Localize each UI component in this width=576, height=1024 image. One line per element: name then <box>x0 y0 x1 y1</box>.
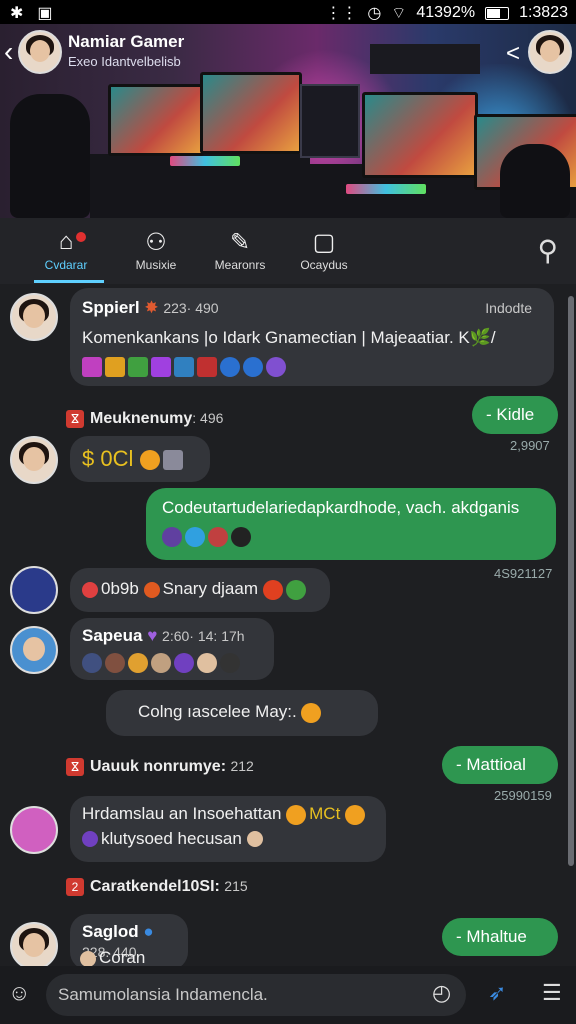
tab-home[interactable]: ⌂ Cvdarar <box>26 228 106 272</box>
system-line-text: Meuknenumy <box>90 410 193 428</box>
emoji-row <box>162 526 540 547</box>
image-icon: ▣ <box>37 5 53 22</box>
system-line-meta: 212 <box>230 758 254 775</box>
message-text: Coran <box>80 948 145 968</box>
message-text: 0b9b <box>101 579 139 598</box>
battery-percent: 41392% <box>416 4 476 21</box>
message-text-2: Snary djaam <box>162 579 258 598</box>
alarm-icon: ◷ <box>367 5 382 22</box>
system-line-meta: : 496 <box>192 410 224 427</box>
message-bubble[interactable]: $ 0Cl <box>70 436 210 482</box>
system-line: 2 Caratkendel10SI: 215 <box>66 878 248 896</box>
sent-message[interactable]: Codeutartudelariedapkardhode, vach. akdg… <box>146 488 556 560</box>
search-icon[interactable]: ⚲ <box>537 234 558 267</box>
message-meta: 223· 490 <box>163 300 219 316</box>
message-text: Colng ıascelee May:. <box>138 702 297 721</box>
sent-message[interactable]: - Mhaltue <box>442 918 558 956</box>
avatar[interactable] <box>10 566 58 614</box>
channel-title: Namiar Gamer <box>68 32 185 51</box>
clock-icon[interactable]: ◴ <box>432 980 451 1006</box>
message-text: Hrdamslau an Insoehattan <box>82 804 282 823</box>
message-tag: Indodte <box>485 300 532 316</box>
message-text: Komenkankans |o Idark Gnamectian | Majea… <box>82 328 496 347</box>
sent-message[interactable]: - Kidle <box>472 396 558 434</box>
tab-home-label: Cvdarar <box>44 258 88 272</box>
tab-people-label: Musixie <box>135 258 177 272</box>
heart-icon: ♥ <box>147 626 158 645</box>
status-bar: ✱ ▣ ⋮⋮ ◷ ⌔ 41392% 1:3823 <box>0 0 576 24</box>
emoji-row <box>82 652 262 673</box>
message-time: 2,9907 <box>510 438 550 453</box>
sent-message[interactable]: - Mattioal <box>442 746 558 784</box>
message-bubble[interactable]: Sapeua ♥ 2:60· 14: 17h <box>70 618 274 680</box>
wifi-icon: ⌔ <box>391 5 407 22</box>
tab-square-label: Ocaydus <box>300 258 348 272</box>
active-tab-indicator <box>34 280 104 283</box>
fire-icon: ✸ <box>144 298 164 317</box>
message-text: Codeutartudelariedapkardhode, vach. akdg… <box>162 498 520 517</box>
system-line: ⴵ Uauuk nonrumye: 212 <box>66 758 254 776</box>
back-button[interactable]: ‹ <box>4 36 13 68</box>
channel-subtitle: Exeo Idantvelbelisb <box>68 54 181 69</box>
message-input[interactable] <box>46 974 466 1016</box>
badge-icon: ⴵ <box>66 758 84 776</box>
profile-avatar[interactable] <box>18 30 62 74</box>
message-bubble[interactable]: Colng ıascelee May:. <box>106 690 378 736</box>
badge-number: 2 <box>66 878 84 896</box>
battery-icon <box>485 6 510 20</box>
message-meta: 2:60· 14: 17h <box>162 628 245 644</box>
system-line: ⴵ Meuknenumy: 496 <box>66 410 223 428</box>
system-line-text: Caratkendel10SI: <box>90 878 220 896</box>
edit-icon: ✎ <box>229 229 251 256</box>
message-author: Sppierl <box>82 298 140 317</box>
badge-icon: ⴵ <box>66 410 84 428</box>
scrollbar[interactable] <box>568 296 574 866</box>
message-time: 25990159 <box>494 788 552 803</box>
avatar[interactable] <box>10 922 58 970</box>
people-icon: ⚇ <box>145 229 167 256</box>
notification-dot <box>74 230 88 244</box>
avatar[interactable] <box>10 626 58 674</box>
tab-people[interactable]: ⚇ Musixie <box>116 228 196 272</box>
menu-icon[interactable]: ☰ <box>542 980 562 1006</box>
rocket-icon[interactable]: ➶ <box>488 980 506 1006</box>
tab-edit[interactable]: ✎ Mearonrs <box>200 228 280 272</box>
verified-icon: ● <box>143 922 154 941</box>
user-avatar[interactable] <box>528 30 572 74</box>
clock: 1:3823 <box>519 4 568 21</box>
message-text-2: klutysoed hecusan <box>101 828 242 848</box>
message-author: Saglod <box>82 922 139 941</box>
avatar[interactable] <box>10 806 58 854</box>
tab-edit-label: Mearonrs <box>214 258 266 272</box>
message-bubble[interactable]: Hrdamslau an Insoehattan MCt klutysoed h… <box>70 796 386 862</box>
message-tag: MCt <box>309 804 341 823</box>
home-icon: ⌂ <box>58 228 74 255</box>
composer-bar: ☺ ◴ ➶ ☰ <box>0 966 576 1024</box>
signal-icon: ⋮⋮ <box>325 5 358 22</box>
message-author: Sapeua <box>82 626 143 645</box>
message-text: 0Cl <box>100 446 134 471</box>
message-bubble[interactable]: 0b9b Snary djaam <box>70 568 330 612</box>
emoji-button[interactable]: ☺ <box>8 980 30 1006</box>
avatar[interactable] <box>10 293 58 341</box>
square-icon: ▢ <box>312 229 336 256</box>
share-icon[interactable]: < <box>506 40 520 68</box>
avatar[interactable] <box>10 436 58 484</box>
system-line-meta: 215 <box>224 878 248 895</box>
bluetooth-icon: ✱ <box>10 5 24 22</box>
system-line-text: Uauuk nonrumye: <box>90 758 227 776</box>
tab-square[interactable]: ▢ Ocaydus <box>284 228 364 272</box>
dollar-icon: $ <box>82 446 101 471</box>
message-bubble[interactable]: Sppierl ✸ 223· 490 Indodte Komenkankans … <box>70 288 554 386</box>
emoji-row <box>82 356 542 377</box>
tab-bar: ⌂ Cvdarar ⚇ Musixie ✎ Mearonrs ▢ Ocaydus… <box>0 218 576 284</box>
message-time: 4S921127 <box>494 566 553 581</box>
